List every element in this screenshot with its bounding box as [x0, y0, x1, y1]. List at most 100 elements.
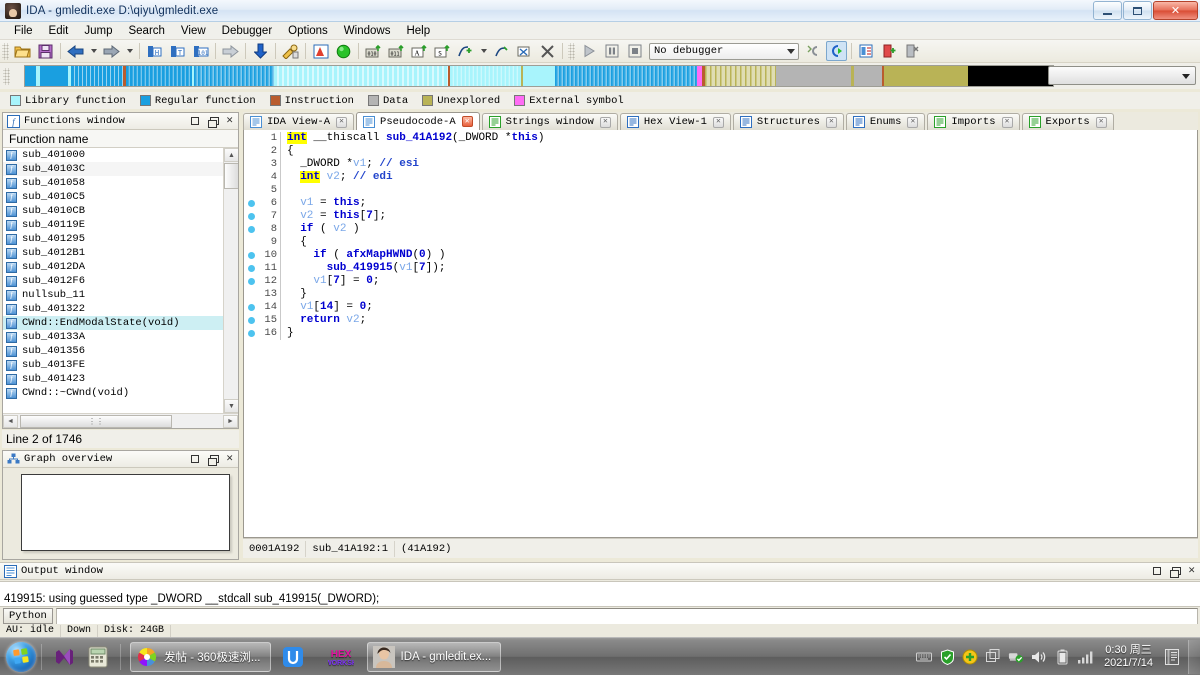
code-line[interactable]: 1 int __thiscall sub_41A192(_DWORD *this) [244, 132, 1197, 145]
navigate-forward-dropdown-icon[interactable] [124, 41, 135, 61]
edit-function-dropdown-icon[interactable] [478, 41, 489, 61]
make-data-icon[interactable]: 010 [363, 41, 384, 61]
function-list-item[interactable]: f sub_401356 [3, 344, 238, 358]
functions-vscroll-thumb[interactable] [224, 163, 238, 189]
tab-close-icon[interactable]: ✕ [461, 116, 473, 127]
add-function-icon[interactable] [455, 41, 476, 61]
functions-maximize-button[interactable] [191, 117, 200, 125]
code-line[interactable]: 5 [244, 184, 1197, 197]
add-breakpoint-icon[interactable] [879, 41, 900, 61]
taskbar-item-u-app[interactable] [275, 642, 317, 672]
graph-overview-canvas[interactable] [21, 474, 230, 551]
functions-restore-button[interactable] [208, 116, 220, 128]
tab-strings-window[interactable]: Strings window ✕ [481, 113, 618, 130]
code-line[interactable]: 14 v1[14] = 0; [244, 301, 1197, 314]
breakpoint-marker-icon[interactable] [244, 265, 258, 272]
menu-edit[interactable]: Edit [41, 24, 77, 38]
menu-windows[interactable]: Windows [336, 24, 399, 38]
code-line[interactable]: 10 if ( afxMapHWND(0) ) [244, 249, 1197, 262]
tab-structures[interactable]: Structures ✕ [732, 113, 844, 130]
open-file-icon[interactable] [12, 41, 33, 61]
output-restore-button[interactable] [1170, 566, 1182, 578]
function-list-item[interactable]: f sub_401322 [3, 302, 238, 316]
functions-hscroll-thumb[interactable]: ⋮⋮ [20, 414, 172, 428]
taskbar-item-ida[interactable]: IDA - gmledit.ex... [366, 641, 502, 672]
code-line[interactable]: 12 v1[7] = 0; [244, 275, 1197, 288]
graph-maximize-button[interactable] [191, 455, 200, 463]
close-x-icon[interactable] [537, 41, 558, 61]
tab-exports[interactable]: Exports ✕ [1021, 113, 1114, 130]
code-line[interactable]: 7 v2 = this[7]; [244, 210, 1197, 223]
debug-toolbar-grip[interactable] [568, 42, 575, 60]
code-line[interactable]: 16} [244, 327, 1197, 340]
navigate-back-icon[interactable] [65, 41, 86, 61]
breakpoint-marker-icon[interactable] [244, 304, 258, 311]
breakpoint-marker-icon[interactable] [244, 226, 258, 233]
delete-function-icon[interactable] [514, 41, 535, 61]
step-c-icon[interactable] [803, 41, 824, 61]
function-list-item[interactable]: f sub_401295 [3, 232, 238, 246]
jump-by-number-icon[interactable]: 101 [190, 41, 211, 61]
navband-function-combo[interactable] [1048, 66, 1196, 85]
scroll-right-icon[interactable]: ► [223, 414, 238, 428]
windows-copy-icon[interactable] [985, 649, 1001, 665]
function-list-item[interactable]: f sub_401000 [3, 148, 238, 162]
cli-language-button[interactable]: Python [3, 608, 53, 624]
breakpoint-marker-icon[interactable] [244, 200, 258, 207]
jump-forward-icon[interactable] [220, 41, 241, 61]
menu-help[interactable]: Help [398, 24, 438, 38]
function-list-item[interactable]: f sub_4010C5 [3, 190, 238, 204]
breakpoint-marker-icon[interactable] [244, 278, 258, 285]
breakpoint-list-icon[interactable] [856, 41, 877, 61]
output-close-button[interactable]: ✕ [1188, 565, 1195, 577]
close-button[interactable]: ✕ [1153, 1, 1198, 20]
tab-imports[interactable]: Imports ✕ [927, 113, 1020, 130]
code-line[interactable]: 15 return v2; [244, 314, 1197, 327]
function-list-item[interactable]: f sub_4012DA [3, 260, 238, 274]
function-list-item[interactable]: f sub_40103C [3, 162, 238, 176]
menu-debugger[interactable]: Debugger [214, 24, 281, 38]
function-list-item[interactable]: f sub_4012B1 [3, 246, 238, 260]
start-orb-icon[interactable] [6, 641, 36, 672]
taskbar-clock[interactable]: 0:30 周三 2021/7/14 [1100, 644, 1157, 670]
output-log[interactable]: 419915: using guessed type _DWORD __stdc… [0, 581, 1200, 607]
breakpoint-marker-icon[interactable] [244, 252, 258, 259]
navigate-forward-icon[interactable] [101, 41, 122, 61]
edit-function-icon[interactable] [491, 41, 512, 61]
keyboard-layout-icon[interactable] [916, 649, 933, 665]
menu-options[interactable]: Options [280, 24, 336, 38]
tab-hex-view-1[interactable]: Hex View-1 ✕ [619, 113, 731, 130]
tab-close-icon[interactable]: ✕ [1001, 116, 1013, 128]
scroll-left-icon[interactable]: ◄ [3, 414, 18, 428]
function-list-item[interactable]: f nullsub_11 [3, 288, 238, 302]
functions-column-header[interactable]: Function name [3, 130, 238, 148]
run-to-icon[interactable] [333, 41, 354, 61]
graph-view-icon[interactable] [310, 41, 331, 61]
toolbar-grip[interactable] [2, 42, 9, 60]
stop-icon[interactable] [624, 41, 645, 61]
navband-grip[interactable] [3, 67, 10, 85]
jump-down-icon[interactable] [250, 41, 271, 61]
code-line[interactable]: 13 } [244, 288, 1197, 301]
search-key-icon[interactable] [280, 41, 301, 61]
pseudocode-view[interactable]: 1 int __thiscall sub_41A192(_DWORD *this)… [243, 130, 1198, 538]
graph-close-button[interactable]: ✕ [226, 453, 233, 465]
menu-jump[interactable]: Jump [76, 24, 120, 38]
menu-file[interactable]: File [6, 24, 41, 38]
menu-view[interactable]: View [173, 24, 214, 38]
output-maximize-button[interactable] [1153, 567, 1162, 575]
debugger-select[interactable]: No debugger [649, 42, 799, 60]
save-icon[interactable] [35, 41, 56, 61]
pause-icon[interactable] [601, 41, 622, 61]
function-list-item[interactable]: f sub_4012F6 [3, 274, 238, 288]
calculator-icon[interactable] [81, 640, 115, 674]
security-shield-icon[interactable] [939, 648, 955, 665]
maximize-button[interactable] [1123, 1, 1152, 20]
make-ascii-icon[interactable]: A [409, 41, 430, 61]
code-line[interactable]: 3 _DWORD *v1; // esi [244, 158, 1197, 171]
show-desktop-button[interactable] [1188, 639, 1200, 674]
code-line[interactable]: 11 sub_419915(v1[7]); [244, 262, 1197, 275]
tab-close-icon[interactable]: ✕ [599, 116, 611, 128]
scroll-down-icon[interactable]: ▼ [224, 399, 238, 413]
graph-restore-button[interactable] [208, 454, 220, 466]
